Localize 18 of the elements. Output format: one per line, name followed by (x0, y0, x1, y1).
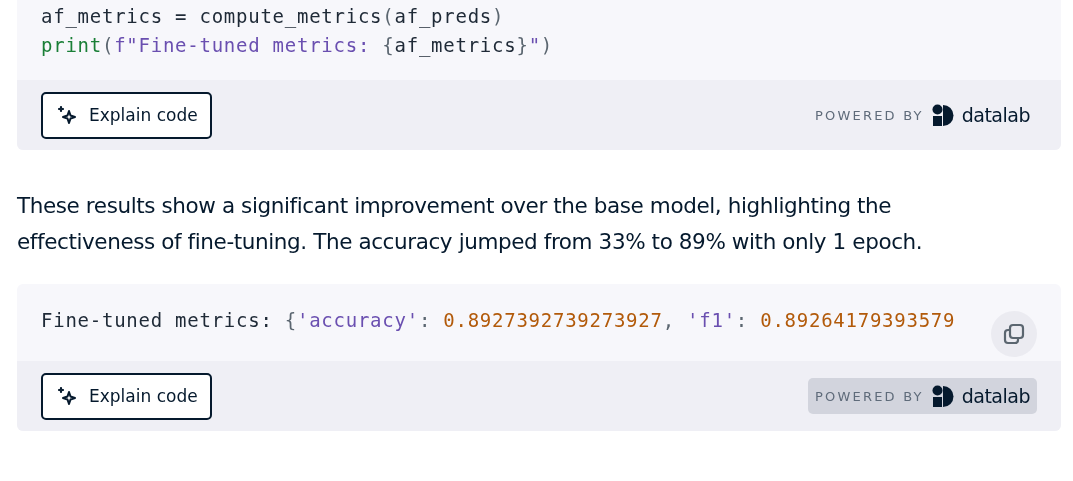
brand-name: datalab (961, 385, 1030, 407)
brand-name: datalab (961, 104, 1030, 126)
sparkle-icon (55, 103, 79, 127)
paragraph: These results show a significant improvement over the base model, highlighting the effectiveness of fine-tuning. The accuracy jumped from 33% to 89% with only 1 epoch. (17, 192, 924, 256)
output-line: Fine-tuned metrics: {'accuracy': 0.8927392739273927, 'f1': 0.89264179393579 (41, 308, 956, 333)
logo-icon (931, 385, 954, 407)
code-line: print(f"Fine-tuned metrics: {af_metrics}") (41, 33, 554, 59)
code-line: af_metrics = compute_metrics(af_preds) (41, 4, 505, 30)
powered-by-label: POWERED BY (815, 107, 924, 123)
powered-by-badge[interactable]: POWERED BY datalab (808, 378, 1037, 414)
powered-by-badge[interactable]: POWERED BY datalab (808, 97, 1037, 133)
explain-code-button[interactable]: Explain code (41, 91, 212, 139)
powered-by-label: POWERED BY (815, 388, 924, 404)
copy-icon (1002, 322, 1026, 346)
explain-code-button[interactable]: Explain code (41, 372, 212, 420)
sparkle-icon (55, 384, 79, 408)
logo-icon (931, 104, 954, 126)
copy-button[interactable] (991, 311, 1037, 357)
